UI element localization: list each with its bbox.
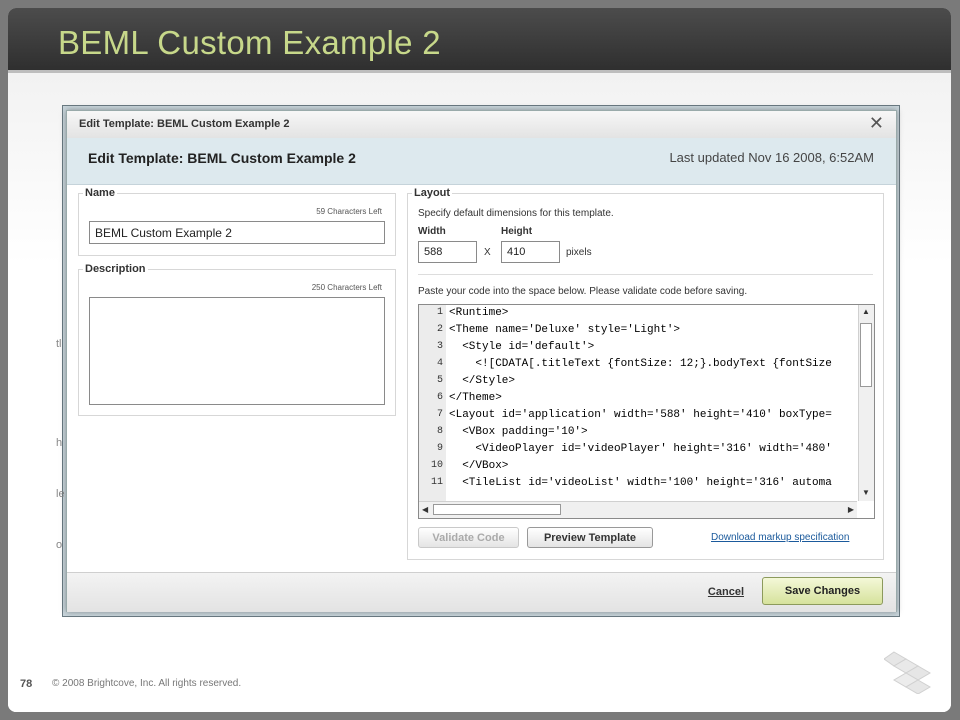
pixels-unit: pixels [566, 247, 592, 258]
line-number: 3 [436, 341, 443, 352]
close-icon[interactable]: ✕ [869, 113, 884, 134]
code-line: 11 <TileList id='videoList' width='100' … [419, 477, 859, 494]
description-legend: Description [83, 263, 148, 275]
vertical-scroll-thumb[interactable] [860, 323, 872, 387]
code-text: <Style id='default'> [449, 341, 595, 353]
name-chars-left: 59 Characters Left [316, 207, 382, 216]
dialog-header-title: Edit Template: BEML Custom Example 2 [88, 150, 356, 166]
code-line: 9 <VideoPlayer id='videoPlayer' height='… [419, 443, 859, 460]
code-text: <VBox padding='10'> [449, 426, 588, 438]
code-text: <Theme name='Deluxe' style='Light'> [449, 324, 681, 336]
download-markup-link[interactable]: Download markup specification [711, 532, 849, 543]
code-text: <![CDATA[.titleText {fontSize: 12;}.body… [449, 358, 832, 370]
dialog-window-title: Edit Template: BEML Custom Example 2 [79, 118, 290, 130]
background-text-fragment: le [56, 488, 65, 500]
cancel-button[interactable]: Cancel [708, 586, 744, 598]
scroll-down-icon[interactable]: ▼ [862, 488, 870, 497]
code-text: </Style> [449, 375, 516, 387]
background-text-fragment: o [56, 539, 63, 551]
slide-header: BEML Custom Example 2 [8, 8, 951, 73]
dialog-footer: Cancel Save Changes [67, 572, 896, 612]
width-label: Width [418, 226, 446, 237]
layout-legend: Layout [412, 187, 453, 199]
edit-template-dialog: Edit Template: BEML Custom Example 2 ✕ E… [66, 110, 897, 612]
line-number: 10 [430, 460, 443, 471]
code-line: 4 <![CDATA[.titleText {fontSize: 12;}.bo… [419, 358, 859, 375]
line-number: 1 [436, 307, 443, 318]
horizontal-scrollbar[interactable]: ◀ ▶ [419, 501, 857, 518]
line-number: 4 [436, 358, 443, 369]
code-text: <VideoPlayer id='videoPlayer' height='31… [449, 443, 832, 455]
background-text-fragment: tl [56, 338, 62, 350]
code-text: </Theme> [449, 392, 502, 404]
code-line: 3 <Style id='default'> [419, 341, 859, 358]
height-input[interactable] [501, 241, 560, 263]
brightcove-logo-icon [884, 651, 931, 694]
dimensions-instruction: Specify default dimensions for this temp… [418, 208, 614, 219]
code-text: <Runtime> [449, 307, 509, 319]
save-changes-button[interactable]: Save Changes [762, 577, 883, 605]
code-line: 5 </Style> [419, 375, 859, 392]
layout-divider [418, 274, 873, 275]
layout-panel: Layout Specify default dimensions for th… [407, 187, 884, 560]
line-number: 7 [436, 409, 443, 420]
code-line: 10 </VBox> [419, 460, 859, 477]
slide-title: BEML Custom Example 2 [58, 24, 441, 61]
code-text: <Layout id='application' width='588' hei… [449, 409, 832, 421]
line-number: 9 [436, 443, 443, 454]
name-legend: Name [83, 187, 117, 199]
validate-code-button[interactable]: Validate Code [418, 527, 519, 548]
name-input[interactable] [89, 221, 385, 244]
code-line: 2 <Theme name='Deluxe' style='Light'> [419, 324, 859, 341]
line-number: 6 [436, 392, 443, 403]
scroll-left-icon[interactable]: ◀ [422, 505, 428, 514]
code-text: </VBox> [449, 460, 509, 472]
scroll-up-icon[interactable]: ▲ [862, 307, 870, 316]
line-number: 11 [430, 477, 443, 488]
line-number: 8 [436, 426, 443, 437]
code-line: 6 </Theme> [419, 392, 859, 409]
code-instruction: Paste your code into the space below. Pl… [418, 286, 748, 297]
preview-template-button[interactable]: Preview Template [527, 527, 653, 548]
code-text: <TileList id='videoList' width='100' hei… [449, 477, 832, 489]
width-input[interactable] [418, 241, 477, 263]
background-text-fragment: h [56, 437, 63, 449]
code-line: 7 <Layout id='application' width='588' he… [419, 409, 859, 426]
horizontal-scroll-thumb[interactable] [433, 504, 561, 515]
times-sign: X [484, 247, 491, 258]
copyright-text: © 2008 Brightcove, Inc. All rights reser… [52, 678, 242, 689]
name-panel: Name 59 Characters Left [78, 187, 396, 256]
description-panel: Description 250 Characters Left [78, 263, 396, 416]
height-label: Height [501, 226, 533, 237]
line-number: 2 [436, 324, 443, 335]
dialog-header: Edit Template: BEML Custom Example 2 Las… [67, 138, 896, 185]
page-number: 78 [20, 678, 33, 690]
vertical-scrollbar[interactable]: ▲ ▼ [858, 305, 874, 501]
line-number: 5 [436, 375, 443, 386]
description-textarea[interactable] [89, 297, 385, 405]
code-editor[interactable]: 1 <Runtime> 2 <Theme name='Deluxe' style='L… [418, 304, 875, 519]
code-line: 1 <Runtime> [419, 307, 859, 324]
scroll-right-icon[interactable]: ▶ [848, 505, 854, 514]
dialog-titlebar: Edit Template: BEML Custom Example 2 ✕ [67, 111, 896, 139]
last-updated-text: Last updated Nov 16 2008, 6:52AM [669, 150, 874, 165]
code-line: 8 <VBox padding='10'> [419, 426, 859, 443]
description-chars-left: 250 Characters Left [311, 283, 382, 292]
